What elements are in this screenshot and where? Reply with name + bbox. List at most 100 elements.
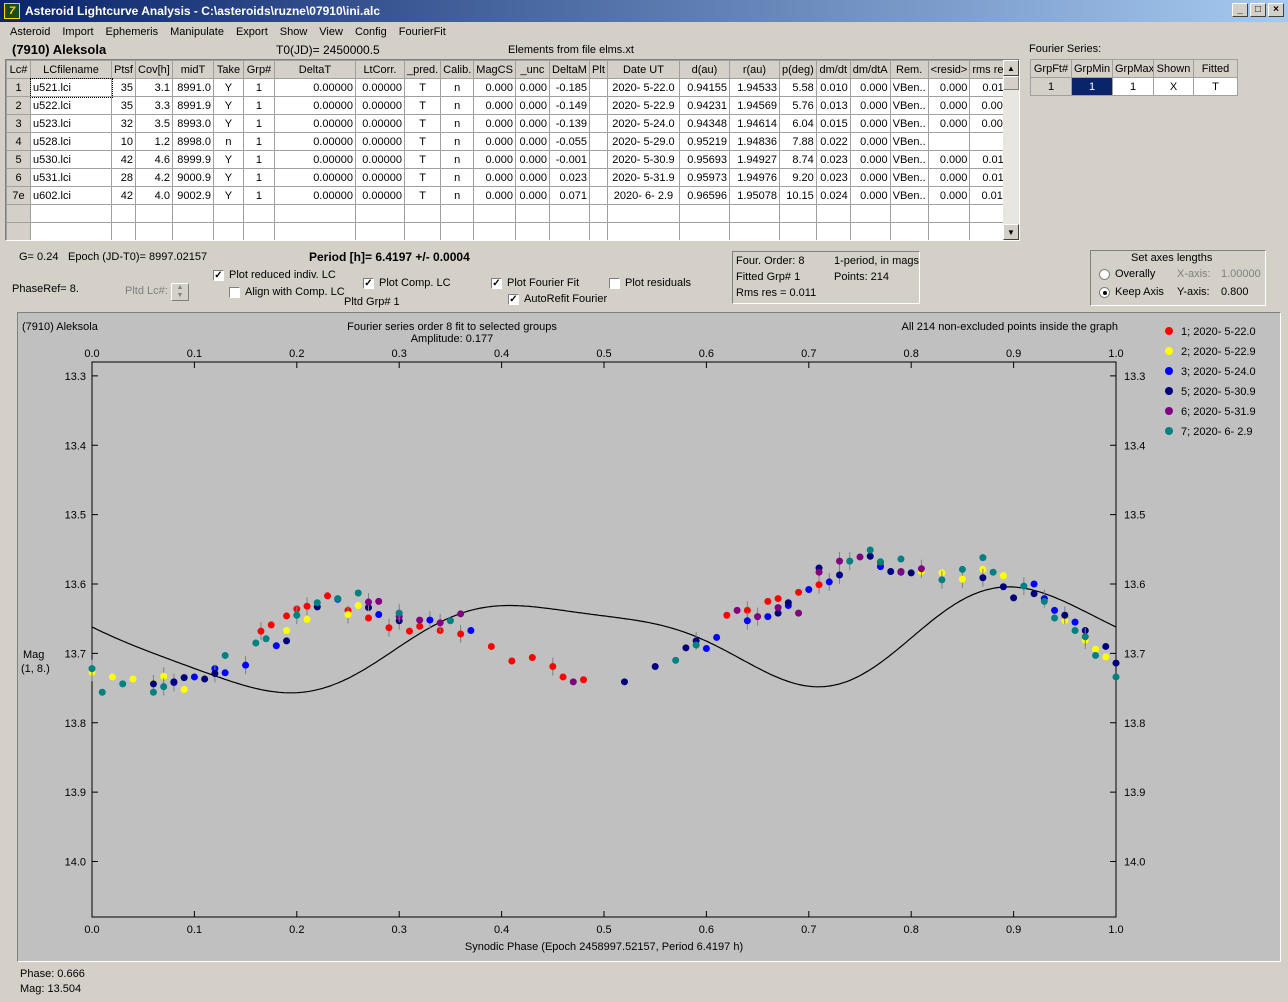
table-cell[interactable]: 0.023 — [815, 168, 851, 187]
table-cell[interactable]: 7e — [6, 186, 31, 205]
yaxis-value[interactable]: 0.800 — [1221, 286, 1249, 298]
lc-col-header[interactable]: Grp# — [242, 60, 275, 79]
table-row[interactable]: 4 u528.lci 10 1.2 8998.0 n 1 0.00000 0.00000 Tn 0.… — [6, 132, 1013, 151]
table-cell[interactable] — [514, 204, 550, 223]
table-cell[interactable]: VBen.. — [889, 96, 929, 115]
lc-col-header[interactable]: <resid> — [927, 60, 971, 79]
plot-reduced-check[interactable]: ✓ — [213, 269, 224, 281]
menu-import[interactable]: Import — [56, 26, 99, 38]
fs-col-shown[interactable]: Shown — [1153, 59, 1194, 78]
table-cell[interactable]: 0.000 — [927, 96, 971, 115]
table-cell[interactable]: 2020- 5-29.0 — [606, 132, 680, 151]
table-cell[interactable] — [403, 222, 442, 240]
plot-residuals-check[interactable] — [609, 277, 620, 289]
maximize-button[interactable]: □ — [1250, 3, 1266, 17]
table-cell[interactable]: -0.055 — [548, 132, 590, 151]
table-cell[interactable]: 0.000 — [473, 132, 516, 151]
table-cell[interactable]: 0.00000 — [273, 132, 356, 151]
table-cell[interactable]: 0.00000 — [273, 150, 356, 169]
table-cell[interactable]: 4.2 — [134, 168, 173, 187]
lc-col-header[interactable]: _unc — [514, 60, 550, 79]
table-cell[interactable]: 3 — [6, 114, 31, 133]
table-cell[interactable]: n — [440, 78, 475, 97]
table-cell[interactable] — [849, 204, 891, 223]
table-cell[interactable] — [134, 204, 173, 223]
table-cell[interactable]: 0.00000 — [273, 168, 356, 187]
table-cell[interactable]: VBen.. — [889, 150, 929, 169]
table-cell[interactable]: 0.000 — [473, 150, 516, 169]
menu-asteroid[interactable]: Asteroid — [4, 26, 56, 38]
table-cell[interactable]: 0.000 — [849, 114, 891, 133]
table-cell[interactable]: 1.94927 — [728, 150, 780, 169]
table-cell[interactable]: 42 — [111, 150, 136, 169]
table-row[interactable]: 3 u523.lci 32 3.5 8993.0 Y 1 0.00000 0.00000 Tn 0.… — [6, 114, 1013, 133]
lc-col-header[interactable]: Date UT — [606, 60, 680, 79]
table-cell[interactable]: n — [440, 114, 475, 133]
table-cell[interactable]: 2020- 5-30.9 — [606, 150, 680, 169]
table-cell[interactable]: 0.000 — [927, 78, 971, 97]
table-cell[interactable]: 0.023 — [815, 150, 851, 169]
table-cell[interactable]: 0.023 — [548, 168, 590, 187]
table-cell[interactable]: 3.3 — [134, 96, 173, 115]
table-cell[interactable]: 0.94155 — [678, 78, 730, 97]
table-cell[interactable] — [778, 222, 817, 240]
table-cell[interactable]: 35 — [111, 78, 136, 97]
table-cell[interactable]: 1 — [242, 168, 275, 187]
lc-col-header[interactable]: r(au) — [728, 60, 780, 79]
table-cell[interactable]: 1.94569 — [728, 96, 780, 115]
table-cell[interactable]: 0.94348 — [678, 114, 730, 133]
table-cell[interactable] — [927, 204, 971, 223]
table-cell[interactable] — [30, 204, 112, 223]
table-cell[interactable] — [548, 222, 590, 240]
table-cell[interactable] — [30, 222, 112, 240]
overally-radio-dot[interactable] — [1099, 268, 1110, 280]
table-cell[interactable]: 5 — [6, 150, 31, 169]
table-cell[interactable]: 0.000 — [927, 168, 971, 187]
keep-axis-radio-dot[interactable] — [1099, 286, 1110, 298]
table-cell[interactable]: 8999.9 — [171, 150, 214, 169]
table-cell[interactable] — [514, 222, 550, 240]
table-cell[interactable]: 1 — [242, 132, 275, 151]
table-cell[interactable]: 0.00000 — [273, 114, 356, 133]
title-bar[interactable]: 7 Asteroid Lightcurve Analysis - C:\aste… — [0, 0, 1288, 22]
lc-col-header[interactable]: _pred. — [403, 60, 442, 79]
lc-col-header[interactable]: d(au) — [678, 60, 730, 79]
table-cell[interactable]: 0.00000 — [273, 78, 356, 97]
table-cell[interactable] — [678, 204, 730, 223]
table-cell[interactable]: 0.010 — [815, 78, 851, 97]
align-comp-check[interactable] — [229, 286, 240, 298]
table-cell[interactable]: u531.lci — [30, 168, 112, 187]
table-cell[interactable]: Y — [212, 186, 244, 205]
lightcurve-plot[interactable]: (7910) Aleksola Fourier series order 8 f… — [18, 313, 1280, 961]
table-cell[interactable]: 6.04 — [778, 114, 817, 133]
lc-col-header[interactable]: p(deg) — [778, 60, 817, 79]
table-cell[interactable] — [273, 222, 356, 240]
minimize-button[interactable]: _ — [1232, 3, 1248, 17]
lc-col-header[interactable]: midT — [171, 60, 214, 79]
table-cell[interactable]: 35 — [111, 96, 136, 115]
table-cell[interactable]: 10.15 — [778, 186, 817, 205]
table-cell[interactable]: n — [440, 132, 475, 151]
menu-export[interactable]: Export — [230, 26, 274, 38]
lc-col-header[interactable]: Ptsf — [111, 60, 136, 79]
table-cell[interactable]: 2020- 5-22.0 — [606, 78, 680, 97]
lc-col-header[interactable]: Take — [212, 60, 244, 79]
table-row-empty[interactable] — [6, 204, 1013, 223]
table-cell[interactable]: 3.1 — [134, 78, 173, 97]
lc-col-header[interactable]: DeltaT — [273, 60, 356, 79]
table-cell[interactable] — [588, 168, 608, 187]
table-row-empty[interactable] — [6, 222, 1013, 240]
table-cell[interactable]: 0.000 — [473, 78, 516, 97]
fs-col-grpmax[interactable]: GrpMax — [1112, 59, 1154, 78]
table-cell[interactable]: Y — [212, 150, 244, 169]
lc-col-header[interactable]: LCfilename — [30, 60, 112, 79]
table-cell[interactable]: 8991.0 — [171, 78, 214, 97]
table-cell[interactable] — [403, 204, 442, 223]
table-cell[interactable]: 9.20 — [778, 168, 817, 187]
table-cell[interactable] — [588, 132, 608, 151]
table-cell[interactable]: T — [403, 78, 442, 97]
table-cell[interactable]: 0.94231 — [678, 96, 730, 115]
table-cell[interactable] — [588, 96, 608, 115]
table-cell[interactable]: 32 — [111, 114, 136, 133]
table-cell[interactable]: Y — [212, 96, 244, 115]
